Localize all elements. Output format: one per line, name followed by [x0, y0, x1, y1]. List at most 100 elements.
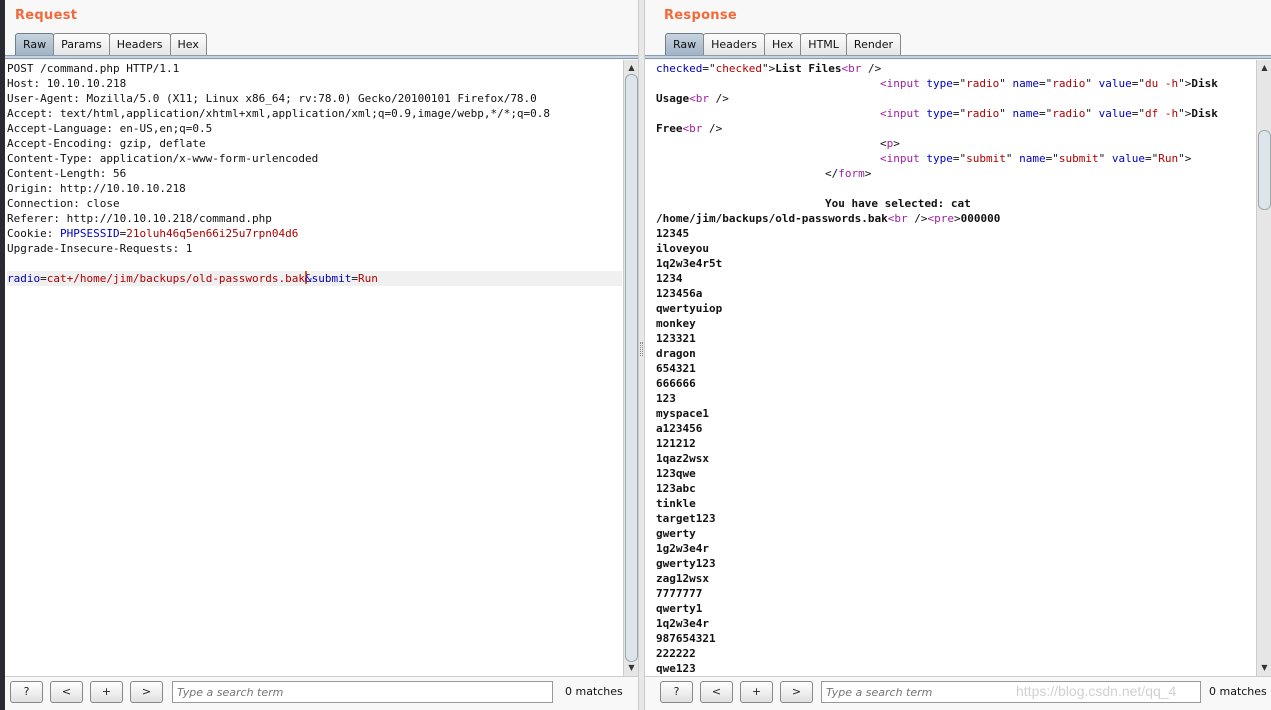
next-button[interactable]: > — [130, 681, 163, 703]
code-token: tinkle — [656, 497, 696, 510]
code-token: a123456 — [656, 422, 703, 435]
code-token: qwe123 — [656, 662, 696, 675]
scroll-thumb[interactable] — [1258, 130, 1271, 210]
previous-button[interactable]: < — [50, 681, 83, 703]
pane-splitter[interactable] — [638, 0, 645, 710]
scroll-down-icon[interactable]: ▼ — [626, 663, 637, 674]
code-line: gwerty123 — [656, 556, 1255, 571]
code-token: 000000 — [960, 212, 1001, 225]
code-token: Accept: text/html,application/xhtml+xml,… — [7, 107, 551, 120]
code-line: <input type="radio" name="radio" value="… — [656, 76, 1255, 91]
request-scrollbar[interactable]: ▲ ▼ — [623, 60, 638, 676]
code-token: Host: 10.10.10.218 — [7, 77, 127, 90]
tab-hex[interactable]: Hex — [169, 33, 207, 56]
code-token: 21oluh46q5en66i25u7rpn04d6 — [126, 227, 299, 240]
code-token: " — [999, 77, 1006, 90]
code-line: Connection: close — [7, 196, 622, 211]
code-token: 123qwe — [656, 467, 696, 480]
add-button[interactable]: + — [90, 681, 123, 703]
code-line: 7777777 — [656, 586, 1255, 601]
next-button[interactable]: > — [780, 681, 813, 703]
code-token: 1qaz2wsx — [656, 452, 709, 465]
code-token: =" — [1145, 152, 1159, 165]
code-token: type — [919, 77, 953, 90]
tab-render[interactable]: Render — [845, 33, 902, 56]
code-token: <input — [880, 107, 920, 120]
code-line: POST /command.php HTTP/1.1 — [7, 61, 622, 76]
code-token: Cookie: — [7, 227, 60, 240]
code-token: value — [1105, 152, 1145, 165]
code-token: /> — [709, 92, 729, 105]
code-token: =" — [952, 77, 967, 90]
code-line: Host: 10.10.10.218 — [7, 76, 622, 91]
tab-raw[interactable]: Raw — [15, 33, 55, 56]
code-token: zag12wsx — [656, 572, 709, 585]
tab-headers[interactable]: Headers — [108, 33, 171, 56]
code-line: 1q2w3e4r — [656, 616, 1255, 631]
previous-button[interactable]: < — [700, 681, 733, 703]
code-token: POST /command.php HTTP/1.1 — [7, 62, 180, 75]
code-line: Content-Length: 56 — [7, 166, 622, 181]
code-token: Run — [1158, 152, 1179, 165]
code-line: target123 — [656, 511, 1255, 526]
code-token: submit — [1058, 152, 1099, 165]
response-pane: Response Raw Headers Hex HTML Render che… — [645, 0, 1271, 710]
code-line: Accept-Encoding: gzip, deflate — [7, 136, 622, 151]
help-button[interactable]: ? — [660, 681, 693, 703]
code-token: &submit — [305, 272, 352, 285]
code-token: 12345 — [656, 227, 690, 240]
code-token: /> — [907, 212, 928, 225]
code-token: = — [40, 272, 47, 285]
response-editor[interactable]: checked="checked">List Files<br /> <input… — [645, 60, 1271, 677]
code-line: 123abc — [656, 481, 1255, 496]
code-line: 12345 — [656, 226, 1255, 241]
code-token: Origin: http://10.10.10.218 — [7, 182, 186, 195]
code-line: You have selected: cat — [656, 196, 1255, 211]
request-text[interactable]: POST /command.php HTTP/1.1 Host: 10.10.10… — [7, 61, 622, 286]
add-button[interactable]: + — [740, 681, 773, 703]
code-line: 1q2w3e4r5t — [656, 256, 1255, 271]
response-tabs: Raw Headers Hex HTML Render — [665, 33, 902, 56]
code-token: < — [880, 137, 887, 150]
scroll-up-icon[interactable]: ▲ — [1259, 63, 1270, 74]
search-input[interactable] — [821, 681, 1201, 703]
code-token: =" — [952, 107, 967, 120]
scroll-thumb[interactable] — [625, 74, 638, 662]
code-line: dragon — [656, 346, 1255, 361]
request-editor[interactable]: POST /command.php HTTP/1.1 Host: 10.10.10… — [5, 60, 638, 677]
scroll-down-icon[interactable]: ▼ — [1259, 663, 1270, 674]
code-token: "> — [1178, 107, 1192, 120]
tab-html[interactable]: HTML — [800, 33, 847, 56]
code-line: checked="checked">List Files<br /> — [656, 61, 1255, 76]
code-line: monkey — [656, 316, 1255, 331]
code-token: > — [954, 212, 961, 225]
code-line: 123 — [656, 391, 1255, 406]
code-line: Free<br /> — [656, 121, 1255, 136]
tab-headers[interactable]: Headers — [703, 33, 765, 56]
code-line: 123321 — [656, 331, 1255, 346]
search-input[interactable] — [172, 681, 553, 703]
response-text[interactable]: checked="checked">List Files<br /> <input… — [656, 61, 1255, 676]
code-token: =" — [1131, 107, 1145, 120]
response-scrollbar[interactable]: ▲ ▼ — [1256, 60, 1271, 676]
code-token: " — [999, 107, 1006, 120]
code-line: zag12wsx — [656, 571, 1255, 586]
code-line: User-Agent: Mozilla/5.0 (X11; Linux x86_… — [7, 91, 622, 106]
tab-hex[interactable]: Hex — [763, 33, 802, 56]
code-token: type — [919, 107, 953, 120]
tab-params[interactable]: Params — [53, 33, 110, 56]
match-count: 0 matches — [565, 685, 623, 698]
tab-raw[interactable]: Raw — [665, 33, 705, 56]
help-button[interactable]: ? — [10, 681, 43, 703]
code-line: Usage<br /> — [656, 91, 1255, 106]
code-token: Usage — [656, 92, 690, 105]
code-token: radio — [7, 272, 41, 285]
scroll-up-icon[interactable]: ▲ — [626, 63, 637, 74]
code-token: " — [1005, 152, 1013, 165]
code-line: Origin: http://10.10.10.218 — [7, 181, 622, 196]
code-token: Accept-Encoding: gzip, deflate — [7, 137, 206, 150]
code-line: 1234 — [656, 271, 1255, 286]
code-token: radio — [1052, 77, 1086, 90]
code-line: myspace1 — [656, 406, 1255, 421]
